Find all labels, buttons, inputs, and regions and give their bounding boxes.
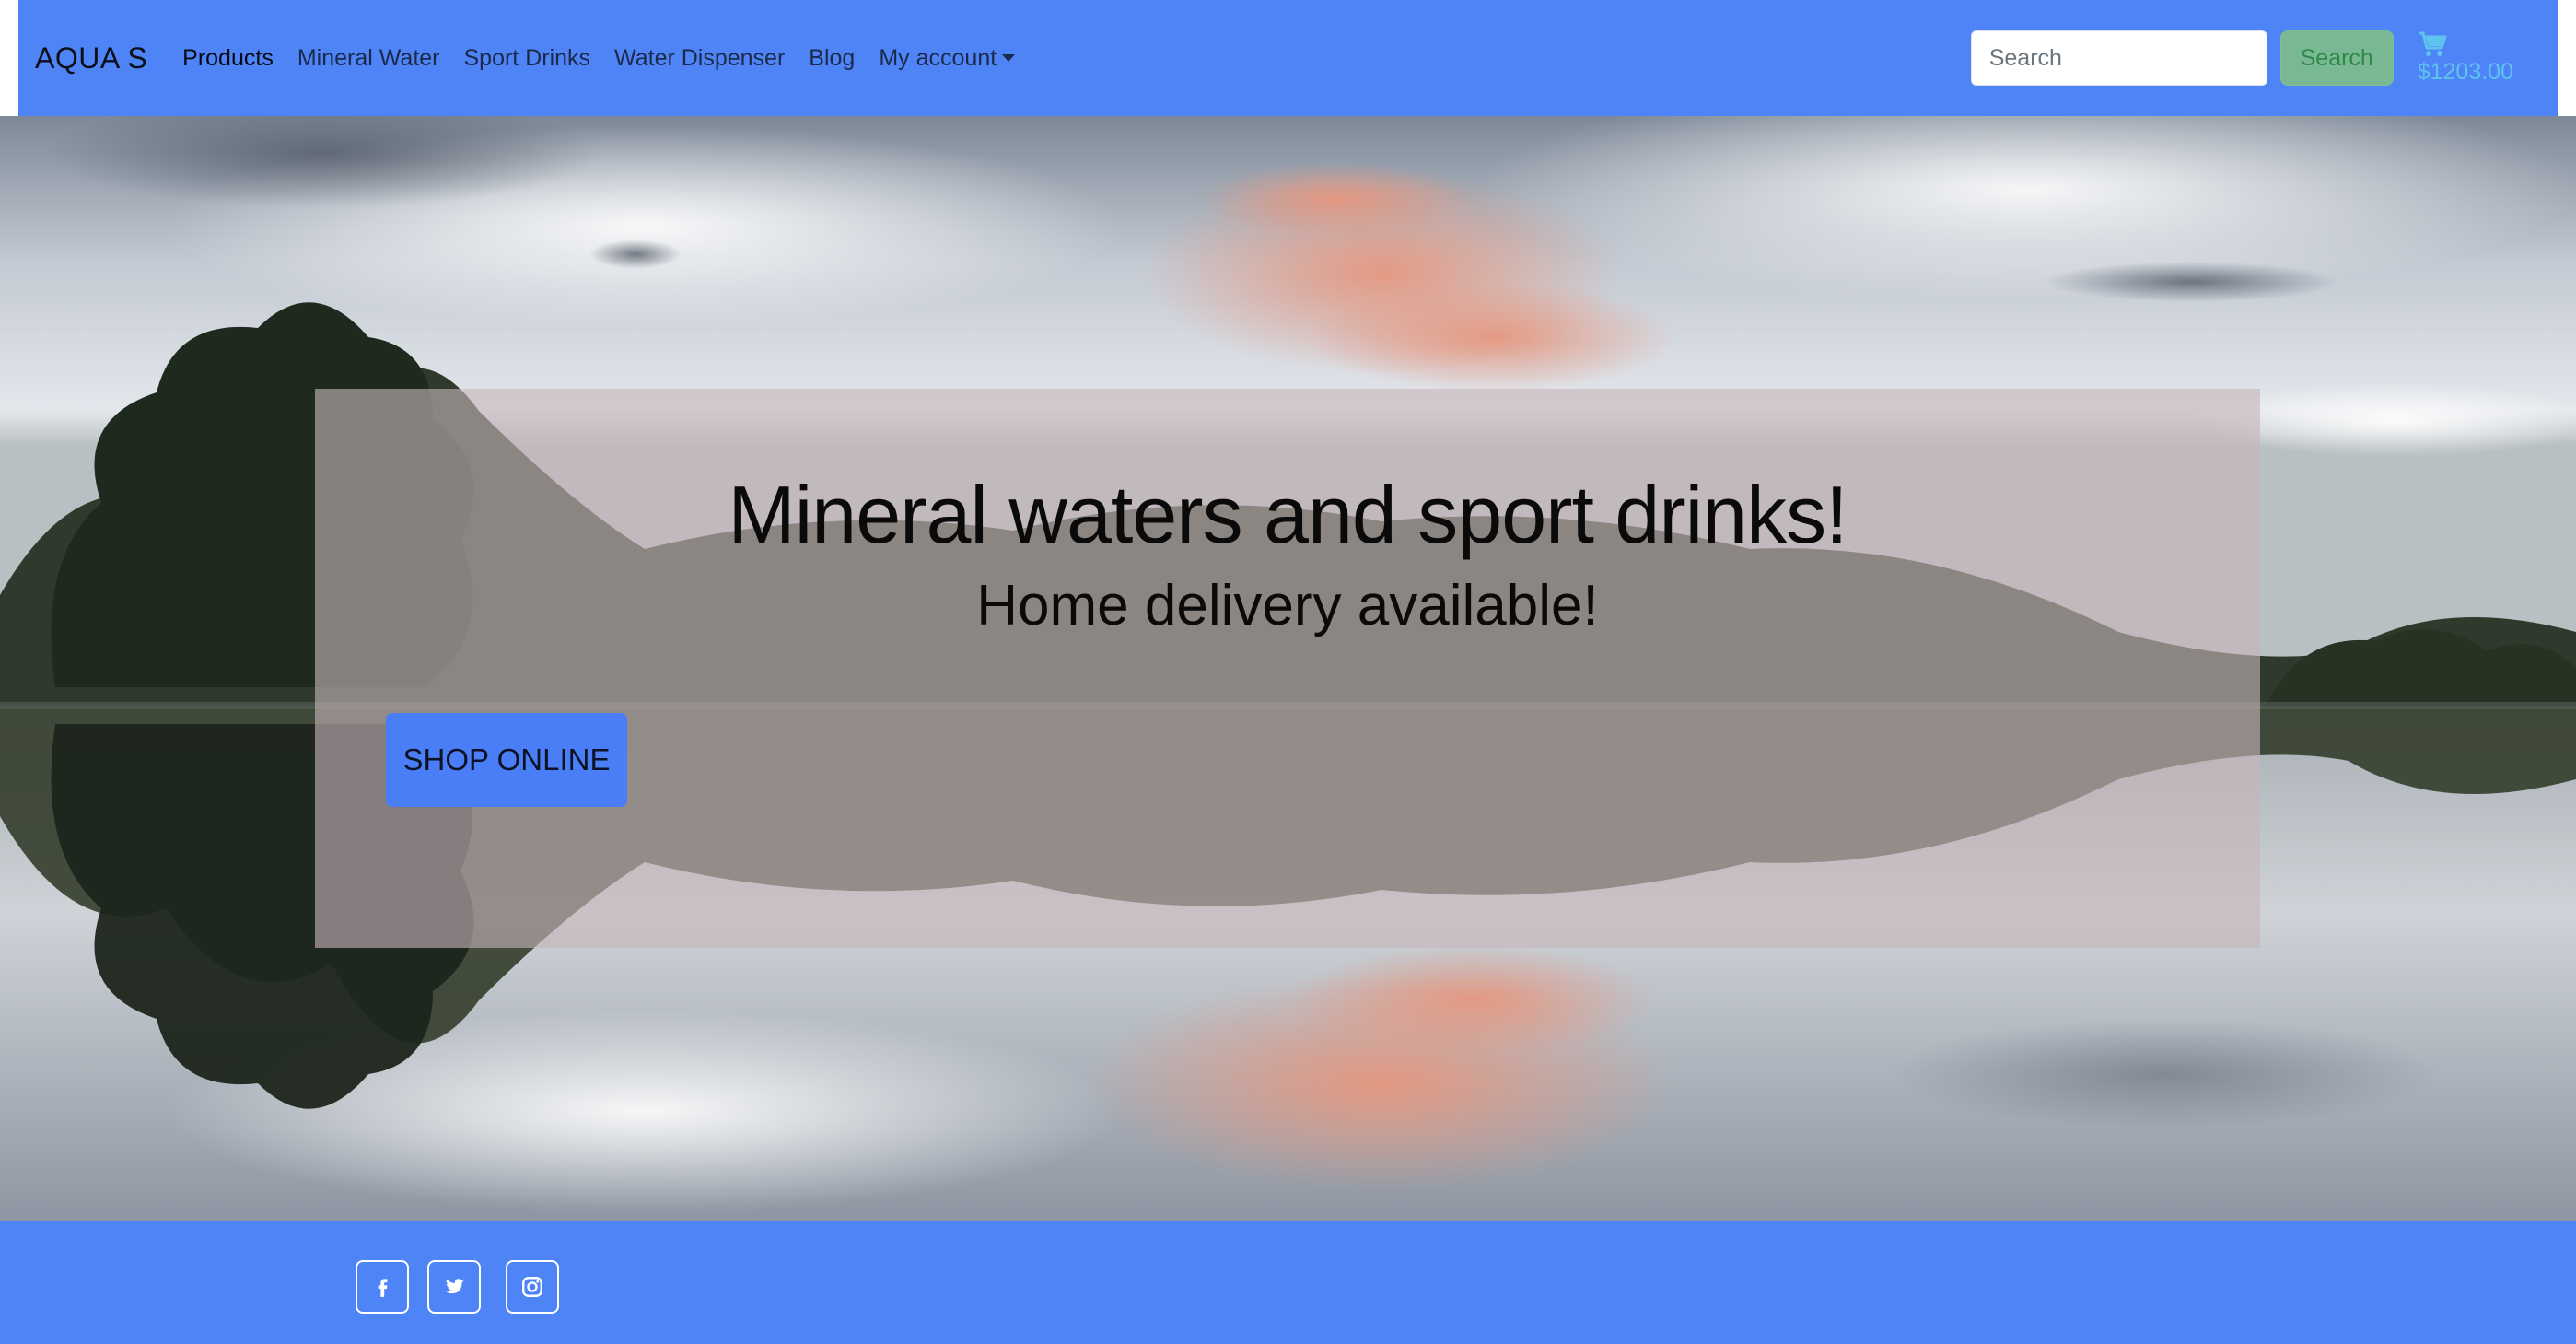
search-button[interactable]: Search [2279, 30, 2394, 86]
nav-link-my-account-dropdown[interactable]: My account [879, 44, 1016, 72]
twitter-icon [446, 1279, 464, 1294]
nav-link-mineral-water[interactable]: Mineral Water [297, 45, 440, 72]
hero-title: Mineral waters and sport drinks! [728, 469, 1847, 560]
cart-icon [2418, 31, 2447, 56]
hero-subtitle: Home delivery available! [976, 574, 1599, 637]
nav-link-water-dispenser[interactable]: Water Dispenser [614, 45, 785, 72]
my-account-label: My account [879, 44, 997, 71]
shop-online-button[interactable]: SHOP ONLINE [386, 713, 627, 807]
search-input[interactable] [1970, 30, 2267, 86]
nav-link-blog[interactable]: Blog [809, 45, 855, 72]
nav-right: Search $1203.00 [1970, 30, 2541, 86]
navbar: AQUA S Products Mineral Water Sport Drin… [18, 0, 2558, 116]
nav-links: Products Mineral Water Sport Drinks Wate… [182, 45, 1039, 72]
hero-card: Mineral waters and sport drinks! Home de… [315, 389, 2260, 948]
facebook-icon [378, 1279, 388, 1297]
hero-section: Mineral waters and sport drinks! Home de… [0, 116, 2576, 1221]
brand-logo[interactable]: AQUA S [35, 41, 147, 76]
nav-link-sport-drinks[interactable]: Sport Drinks [464, 45, 591, 72]
footer [0, 1221, 2576, 1344]
chevron-down-icon [1002, 53, 1016, 62]
cart-link[interactable]: $1203.00 [2418, 31, 2513, 86]
twitter-link[interactable] [427, 1260, 481, 1314]
instagram-link[interactable] [506, 1260, 559, 1314]
facebook-link[interactable] [356, 1260, 409, 1314]
nav-link-products[interactable]: Products [182, 45, 274, 72]
instagram-icon [522, 1277, 542, 1297]
cart-total: $1203.00 [2417, 58, 2513, 85]
